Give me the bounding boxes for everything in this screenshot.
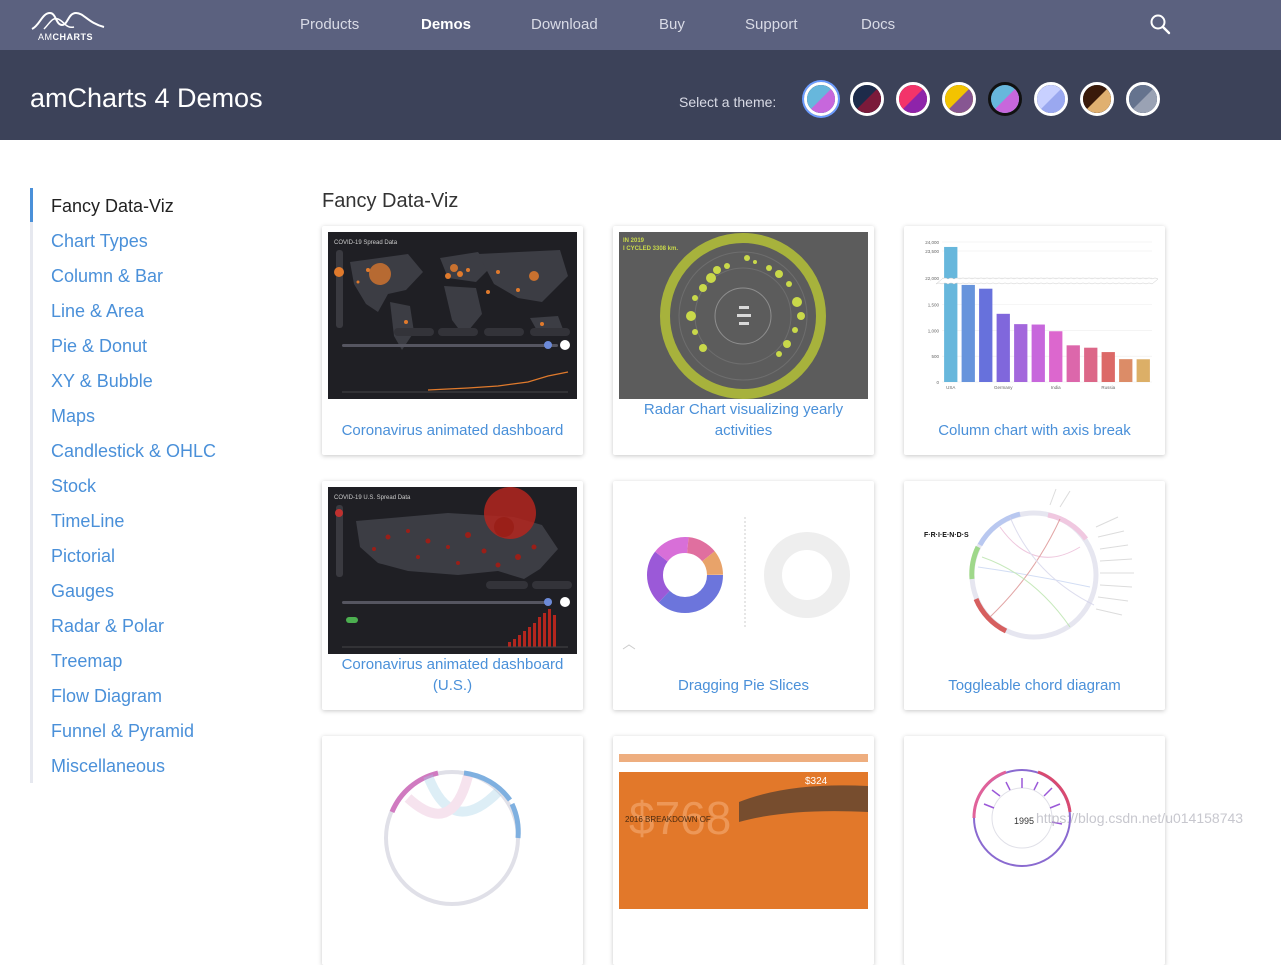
nav-support[interactable]: Support bbox=[745, 16, 798, 33]
sidebar-item-miscellaneous[interactable]: Miscellaneous bbox=[51, 756, 165, 777]
x-tick-label: Russia bbox=[1101, 385, 1115, 390]
theme-material-swatch[interactable] bbox=[896, 82, 930, 116]
theme-moonrise-swatch[interactable] bbox=[1080, 82, 1114, 116]
y-tick-label: 22,000 bbox=[925, 276, 939, 281]
chart-bar bbox=[1031, 324, 1045, 382]
theme-label: Select a theme: bbox=[679, 94, 777, 110]
watermark-text: https://blog.csdn.net/u014158743 bbox=[1036, 810, 1244, 826]
top-navigation: AMCHARTS Products Demos Download Buy Sup… bbox=[0, 0, 1281, 50]
sidebar-item-pictorial[interactable]: Pictorial bbox=[51, 546, 115, 567]
thumb-year-label: 1995 bbox=[1014, 816, 1034, 826]
sidebar-item-line-area[interactable]: Line & Area bbox=[51, 301, 144, 322]
thumb-small-number: $324 bbox=[805, 776, 828, 787]
logo-mountains-icon bbox=[31, 11, 105, 30]
demo-thumbnail: F·R·I·E·N·D·S bbox=[910, 487, 1159, 654]
demo-card-chord-diagram[interactable]: F·R·I·E·N·D·S Toggleable chord diagram bbox=[904, 481, 1165, 710]
sidebar-item-candlestick-ohlc[interactable]: Candlestick & OHLC bbox=[51, 441, 216, 462]
thumb-breakdown-title: 2016 BREAKDOWN OF bbox=[625, 815, 711, 824]
sidebar-item-xy-bubble[interactable]: XY & Bubble bbox=[51, 371, 153, 392]
search-icon[interactable] bbox=[1149, 13, 1171, 35]
logo-text: AMCHARTS bbox=[38, 32, 93, 42]
demo-thumbnail: COVID-19 Spread Data bbox=[328, 232, 577, 399]
demo-card-chord-colored[interactable] bbox=[322, 736, 583, 965]
chart-bar bbox=[1066, 345, 1080, 382]
sidebar-item-treemap[interactable]: Treemap bbox=[51, 651, 122, 672]
demo-card-dragging-pie-slices[interactable]: Dragging Pie Slices bbox=[613, 481, 874, 710]
y-tick-label: 1,500 bbox=[928, 303, 940, 308]
y-tick-label: 23,500 bbox=[925, 249, 939, 254]
sidebar-item-maps[interactable]: Maps bbox=[51, 406, 95, 427]
demo-card-radar-yearly-activities[interactable]: IN 2019 I CYCLED 3308 km. Radar Chart vi… bbox=[613, 226, 874, 455]
axis-break-band bbox=[935, 277, 1159, 285]
theme-kelly-swatch[interactable] bbox=[942, 82, 976, 116]
sidebar-item-flow-diagram[interactable]: Flow Diagram bbox=[51, 686, 162, 707]
chart-bar bbox=[1136, 359, 1150, 382]
y-tick-label: 24,000 bbox=[925, 240, 939, 245]
thumb-covid-us-title: COVID-19 U.S. Spread Data bbox=[334, 495, 411, 501]
sidebar-item-column-bar[interactable]: Column & Bar bbox=[51, 266, 163, 287]
page-title: amCharts 4 Demos bbox=[30, 83, 263, 113]
chart-bar bbox=[1084, 347, 1098, 382]
theme-dark-swatch[interactable] bbox=[988, 82, 1022, 116]
chart-bar bbox=[1119, 359, 1133, 382]
demo-thumbnail: 0 500 1,000 1,500 22,000 23,500 24,000 USA Germa… bbox=[910, 232, 1159, 399]
category-sidebar: Fancy Data-Viz Chart Types Column & Bar … bbox=[30, 188, 250, 783]
chart-bar bbox=[1101, 352, 1115, 382]
thumb-covid-title: COVID-19 Spread Data bbox=[334, 240, 398, 246]
page-header: amCharts 4 Demos Select a theme: bbox=[0, 50, 1281, 140]
nav-buy[interactable]: Buy bbox=[659, 16, 685, 33]
card-title: Coronavirus animated dashboard (U.S.) bbox=[341, 656, 564, 694]
card-title: Column chart with axis break bbox=[938, 422, 1131, 439]
sidebar-item-radar-polar[interactable]: Radar & Polar bbox=[51, 616, 164, 637]
sidebar-item-gauges[interactable]: Gauges bbox=[51, 581, 114, 602]
sidebar-active-indicator bbox=[30, 188, 33, 222]
demo-card-column-axis-break[interactable]: 0 500 1,000 1,500 22,000 23,500 24,000 USA Germa… bbox=[904, 226, 1165, 455]
theme-spirited-swatch[interactable] bbox=[1126, 82, 1160, 116]
card-title: Radar Chart visualizing yearly activitie… bbox=[643, 401, 844, 439]
y-tick-label: 500 bbox=[931, 354, 939, 359]
chart-bar bbox=[996, 313, 1010, 382]
demo-thumbnail: $768 $324 2016 BREAKDOWN OF bbox=[619, 742, 868, 909]
nav-demos[interactable]: Demos bbox=[421, 16, 471, 33]
amcharts-logo[interactable]: AMCHARTS bbox=[30, 7, 110, 43]
demo-card-breakdown[interactable]: $768 $324 2016 BREAKDOWN OF bbox=[613, 736, 874, 965]
demo-thumbnail bbox=[619, 487, 868, 654]
sidebar-item-chart-types[interactable]: Chart Types bbox=[51, 231, 148, 252]
demo-card-radial-timeline[interactable]: 1995 bbox=[904, 736, 1165, 965]
x-tick-label: Germany bbox=[994, 385, 1013, 390]
sidebar-item-fancy-data-viz[interactable]: Fancy Data-Viz bbox=[51, 196, 174, 217]
column-break-chart: 05001,0001,50022,00023,50024,000USA Germa… bbox=[910, 232, 1159, 399]
theme-dark-red-swatch[interactable] bbox=[850, 82, 884, 116]
chart-bar bbox=[944, 246, 958, 382]
demo-thumbnail bbox=[328, 742, 577, 909]
nav-docs[interactable]: Docs bbox=[861, 16, 895, 33]
sidebar-item-stock[interactable]: Stock bbox=[51, 476, 96, 497]
theme-animated-swatch[interactable] bbox=[804, 82, 838, 116]
nav-download[interactable]: Download bbox=[531, 16, 598, 33]
chart-bar bbox=[1014, 324, 1028, 382]
thumb-radar-year: IN 2019 bbox=[623, 238, 645, 244]
demo-card-coronavirus-dashboard[interactable]: COVID-19 Spread Data Coronavirus animate… bbox=[322, 226, 583, 455]
demo-thumbnail: IN 2019 I CYCLED 3308 km. bbox=[619, 232, 868, 399]
thumb-friends-title: F·R·I·E·N·D·S bbox=[924, 532, 969, 539]
demo-thumbnail: COVID-19 U.S. Spread Data bbox=[328, 487, 577, 654]
chart-bar bbox=[1049, 331, 1063, 382]
thumb-radar-cycled: I CYCLED 3308 km. bbox=[623, 246, 678, 252]
card-title: Coronavirus animated dashboard bbox=[341, 422, 564, 439]
sidebar-item-funnel-pyramid[interactable]: Funnel & Pyramid bbox=[51, 721, 194, 742]
theme-frozen-swatch[interactable] bbox=[1034, 82, 1068, 116]
section-title: Fancy Data-Viz bbox=[322, 190, 459, 212]
card-title: Dragging Pie Slices bbox=[678, 677, 809, 694]
sidebar-item-timeline[interactable]: TimeLine bbox=[51, 511, 124, 532]
card-title: Toggleable chord diagram bbox=[948, 677, 1121, 694]
chart-bar bbox=[979, 288, 993, 382]
demo-card-coronavirus-us[interactable]: COVID-19 U.S. Spread Data Coronavirus an… bbox=[322, 481, 583, 710]
sidebar-item-pie-donut[interactable]: Pie & Donut bbox=[51, 336, 147, 357]
x-tick-label: USA bbox=[946, 385, 955, 390]
x-tick-label: India bbox=[1051, 385, 1061, 390]
nav-products[interactable]: Products bbox=[300, 16, 359, 33]
y-tick-label: 1,000 bbox=[928, 328, 940, 333]
chart-bar bbox=[961, 284, 975, 382]
